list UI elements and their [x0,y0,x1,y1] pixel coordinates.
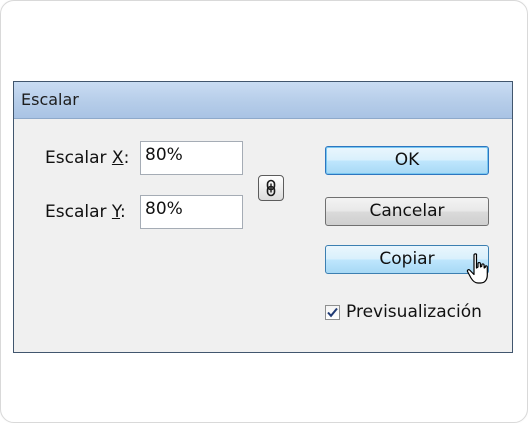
preview-label: Previsualización [346,302,482,322]
dialog-titlebar[interactable]: Escalar [14,82,512,119]
mouse-pointer-icon [466,253,488,284]
preview-checkbox[interactable] [325,305,340,320]
scale-y-label-key: Y [111,202,121,222]
ok-button[interactable]: OK [325,146,489,175]
cancel-button[interactable]: Cancelar [325,197,489,226]
scale-x-label: Escalar X: [45,148,129,168]
checkmark-icon [327,307,338,318]
dialog-body: Escalar X: 80% Escalar Y: 80% OK Cancela… [14,119,512,352]
scale-dialog: Escalar Escalar X: 80% Escalar Y: 80% OK… [13,81,513,353]
screenshot-stage: Escalar Escalar X: 80% Escalar Y: 80% OK… [0,0,528,423]
scale-y-label-suffix: : [120,202,126,222]
link-proportions-icon [266,179,276,197]
scale-x-label-suffix: : [123,148,130,168]
scale-y-label-prefix: Escalar [45,202,112,222]
scale-y-label: Escalar Y: [45,202,126,222]
scale-x-input[interactable]: 80% [140,141,243,175]
scale-x-label-key: X [111,148,124,168]
link-proportions-button[interactable] [258,175,284,201]
copy-button[interactable]: Copiar [325,245,489,274]
scale-x-label-prefix: Escalar [45,148,112,168]
dialog-title: Escalar [21,90,79,109]
scale-y-input[interactable]: 80% [140,195,243,229]
